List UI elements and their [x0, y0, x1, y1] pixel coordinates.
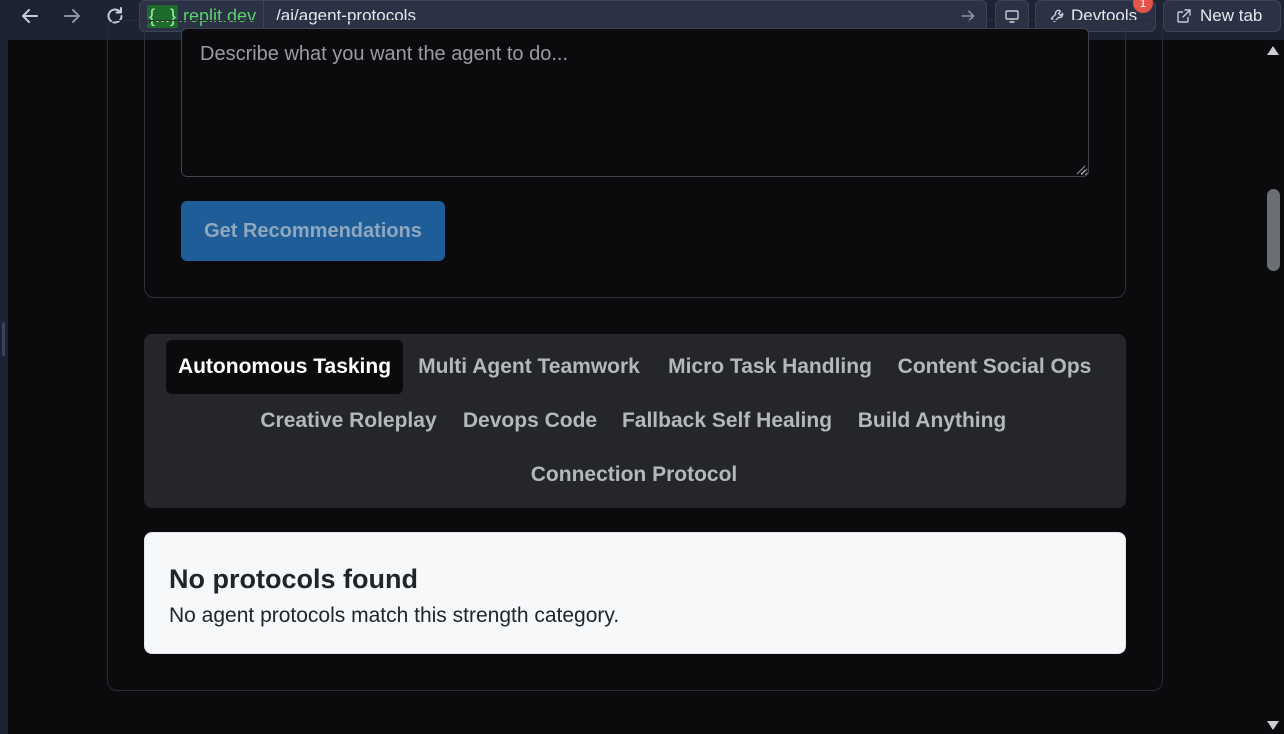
- tab-micro-task-handling[interactable]: Micro Task Handling: [655, 340, 885, 394]
- external-link-icon: [1177, 9, 1191, 23]
- tab-content-social-ops[interactable]: Content Social Ops: [885, 340, 1104, 394]
- scroll-up-arrow-icon[interactable]: [1267, 46, 1279, 55]
- new-tab-button[interactable]: New tab: [1163, 0, 1281, 32]
- empty-state-title: No protocols found: [169, 564, 418, 594]
- tab-multi-agent-teamwork[interactable]: Multi Agent Teamwork: [403, 340, 655, 394]
- empty-state-card: No protocols found No agent protocols ma…: [144, 532, 1126, 654]
- task-description-input[interactable]: [181, 28, 1089, 177]
- get-recommendations-button[interactable]: Get Recommendations: [181, 201, 445, 261]
- resize-grip-icon[interactable]: [1076, 165, 1086, 175]
- arrow-right-icon: [64, 9, 80, 23]
- left-edge-strip: [0, 0, 8, 734]
- forward-button[interactable]: [56, 3, 88, 29]
- panel-resize-handle[interactable]: [2, 322, 5, 356]
- arrow-left-icon: [22, 9, 38, 23]
- back-button[interactable]: [14, 3, 46, 29]
- strength-category-tabs: Autonomous Tasking Multi Agent Teamwork …: [144, 334, 1126, 508]
- vertical-scrollbar[interactable]: [1262, 40, 1284, 734]
- scroll-down-arrow-icon[interactable]: [1267, 721, 1279, 730]
- scroll-thumb[interactable]: [1267, 189, 1280, 271]
- tab-fallback-self-healing[interactable]: Fallback Self Healing: [611, 394, 843, 448]
- tab-devops-code[interactable]: Devops Code: [449, 394, 611, 448]
- tab-creative-roleplay[interactable]: Creative Roleplay: [248, 394, 449, 448]
- empty-state-description: No agent protocols match this strength c…: [169, 604, 620, 627]
- new-tab-label: New tab: [1200, 6, 1263, 25]
- tab-build-anything[interactable]: Build Anything: [843, 394, 1021, 448]
- tab-autonomous-tasking[interactable]: Autonomous Tasking: [166, 340, 403, 394]
- tab-connection-protocol[interactable]: Connection Protocol: [516, 448, 752, 502]
